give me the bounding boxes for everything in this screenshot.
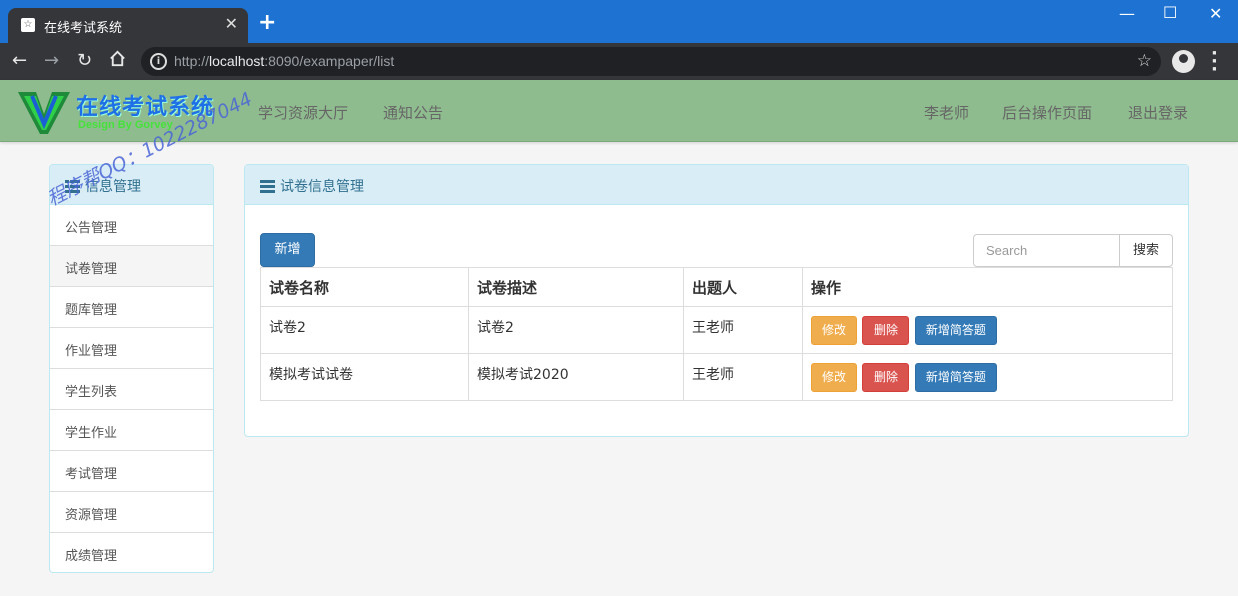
add-button[interactable]: 新增	[260, 233, 315, 267]
nav-announcements[interactable]: 通知公告	[383, 102, 443, 123]
column-header-actions: 操作	[802, 267, 1173, 307]
sidebar-item-announcements[interactable]: 公告管理	[50, 205, 213, 246]
cell-actions: 修改 删除 新增简答题	[802, 353, 1173, 401]
delete-button[interactable]: 删除	[862, 316, 910, 345]
sidebar-item-question-bank[interactable]: 题库管理	[50, 287, 213, 328]
sidebar-item-homework[interactable]: 作业管理	[50, 328, 213, 369]
sidebar-item-student-homework[interactable]: 学生作业	[50, 410, 213, 451]
papers-table: 试卷名称 试卷描述 出题人 操作 试卷2 试卷2 王老师 修改 删除 新增简答题…	[260, 267, 1173, 401]
search-button[interactable]: 搜索	[1119, 234, 1173, 267]
browser-tab[interactable]: ☆ 在线考试系统 ✕	[8, 8, 248, 43]
add-short-answer-button[interactable]: 新增简答题	[914, 363, 997, 392]
minimize-icon[interactable]: —	[1119, 4, 1135, 23]
menu-list-icon	[260, 180, 275, 197]
cell-paper-name: 试卷2	[260, 306, 469, 354]
nav-logout[interactable]: 退出登录	[1128, 102, 1188, 123]
browser-titlebar: ☆ 在线考试系统 ✕ + — ☐ ✕	[0, 0, 1238, 43]
sidebar-item-exams[interactable]: 考试管理	[50, 451, 213, 492]
nav-admin-page[interactable]: 后台操作页面	[1002, 102, 1092, 123]
cell-paper-description: 模拟考试2020	[468, 353, 684, 401]
logo-icon	[18, 86, 70, 140]
sidebar-item-resources[interactable]: 资源管理	[50, 492, 213, 533]
url-text[interactable]: http://localhost:8090/exampaper/list	[174, 53, 394, 69]
page-title: 试卷信息管理	[280, 179, 364, 195]
nav-learning-resources[interactable]: 学习资源大厅	[258, 102, 348, 123]
cell-paper-author: 王老师	[683, 306, 803, 354]
window-close-icon[interactable]: ✕	[1209, 4, 1222, 23]
page-favicon-icon: ☆	[21, 18, 35, 32]
cell-paper-description: 试卷2	[468, 306, 684, 354]
cell-paper-name: 模拟考试试卷	[260, 353, 469, 401]
sidebar-item-students[interactable]: 学生列表	[50, 369, 213, 410]
maximize-icon[interactable]: ☐	[1163, 3, 1177, 22]
column-header-description: 试卷描述	[468, 267, 684, 307]
site-info-icon[interactable]: i	[150, 53, 167, 70]
cell-paper-author: 王老师	[683, 353, 803, 401]
delete-button[interactable]: 删除	[862, 363, 910, 392]
forward-icon[interactable]: →	[44, 51, 59, 71]
main-panel: 试卷信息管理 新增 搜索 试卷名称 试卷描述 出题人 操作 试卷2 试卷2 王老…	[244, 164, 1189, 437]
back-icon[interactable]: ←	[12, 51, 27, 71]
address-bar[interactable]: i http://localhost:8090/exampaper/list ☆	[141, 47, 1161, 76]
sidebar-item-grades[interactable]: 成绩管理	[50, 533, 213, 572]
browser-toolbar: ← → ↻ i http://localhost:8090/exampaper/…	[0, 43, 1238, 80]
edit-button[interactable]: 修改	[811, 316, 857, 345]
main-panel-header: 试卷信息管理	[245, 165, 1188, 205]
search-input[interactable]	[973, 234, 1120, 267]
sidebar-item-papers[interactable]: 试卷管理	[50, 246, 213, 287]
tab-title: 在线考试系统	[44, 21, 123, 36]
cell-actions: 修改 删除 新增简答题	[802, 306, 1173, 354]
home-icon[interactable]	[108, 49, 127, 73]
menu-icon[interactable]: · · ·	[1211, 45, 1218, 79]
edit-button[interactable]: 修改	[811, 363, 857, 392]
column-header-author: 出题人	[683, 267, 803, 307]
sidebar-panel: 信息管理 公告管理 试卷管理 题库管理 作业管理 学生列表 学生作业 考试管理 …	[49, 164, 214, 573]
new-tab-button[interactable]: +	[258, 10, 276, 35]
table-header-row: 试卷名称 试卷描述 出题人 操作	[260, 267, 1173, 307]
table-row: 试卷2 试卷2 王老师 修改 删除 新增简答题	[260, 306, 1173, 354]
tab-close-icon[interactable]: ✕	[225, 14, 238, 33]
profile-icon[interactable]	[1172, 50, 1195, 73]
nav-user-name[interactable]: 李老师	[924, 102, 969, 123]
table-row: 模拟考试试卷 模拟考试2020 王老师 修改 删除 新增简答题	[260, 353, 1173, 401]
column-header-name: 试卷名称	[260, 267, 469, 307]
reload-icon[interactable]: ↻	[77, 51, 92, 71]
add-short-answer-button[interactable]: 新增简答题	[914, 316, 997, 345]
star-icon[interactable]: ☆	[1137, 51, 1152, 71]
